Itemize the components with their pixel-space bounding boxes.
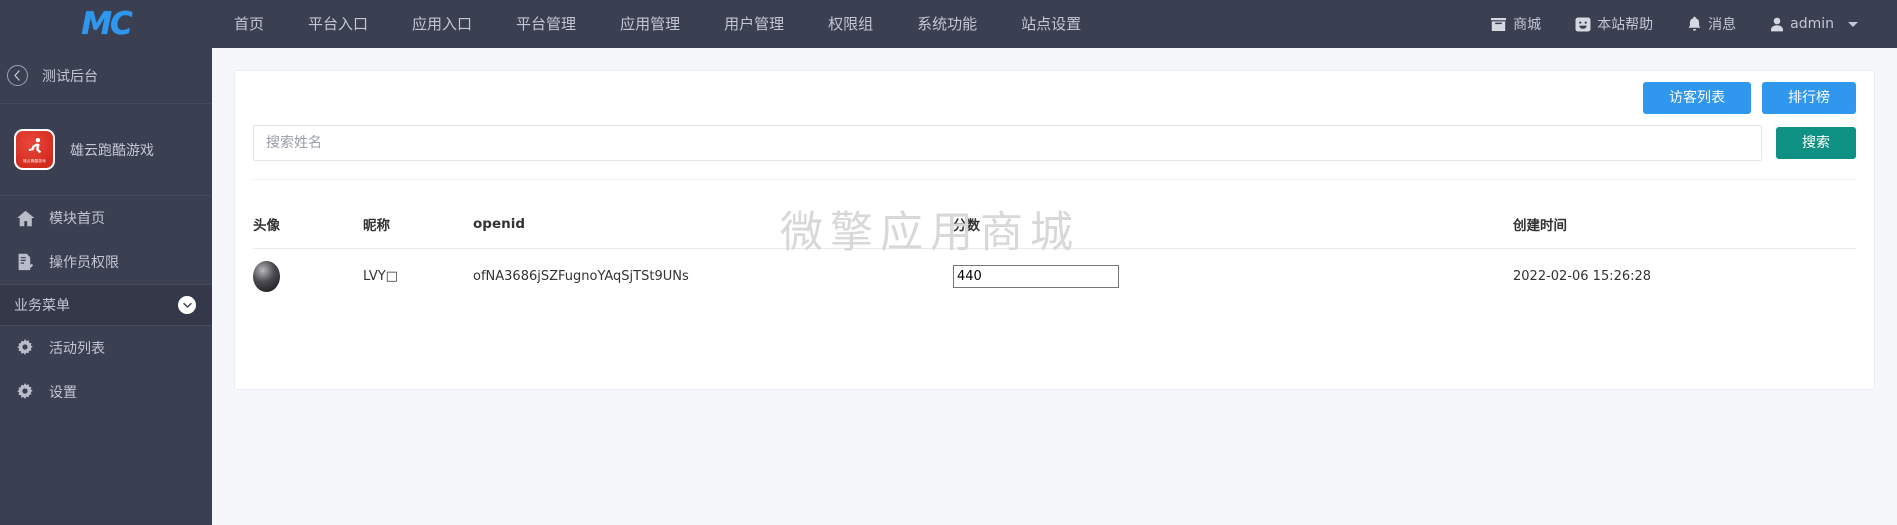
messages-label: 消息: [1708, 17, 1737, 33]
nav-item-platform-management[interactable]: 平台管理: [494, 0, 598, 48]
user-icon: [1770, 17, 1784, 32]
chevron-left-icon: [7, 65, 28, 86]
search-row: 搜索: [235, 125, 1874, 179]
gear-icon: [14, 383, 36, 401]
table-head: 头像 昵称 openid 分数 创建时间: [253, 202, 1856, 249]
table-body: LVY□ ofNA3686jSZFugnoYAqSjTSt9UNs 2022-0…: [253, 249, 1856, 305]
home-icon: [14, 210, 36, 227]
table-wrapper: 微擎应用商城 头像 昵称 openid 分数 创建时间 LVY□ ofNA368…: [235, 180, 1874, 305]
nav-item-site-settings[interactable]: 站点设置: [999, 0, 1103, 48]
messages-button[interactable]: 消息: [1670, 0, 1753, 48]
sidebar-back-button[interactable]: 测试后台: [0, 48, 212, 104]
table-row: LVY□ ofNA3686jSZFugnoYAqSjTSt9UNs 2022-0…: [253, 249, 1856, 305]
nav-item-permission-group[interactable]: 权限组: [806, 0, 895, 48]
sidebar-item-module-home-label: 模块首页: [49, 211, 105, 227]
sidebar-item-settings-label: 设置: [49, 385, 77, 401]
sidebar-app-name: 雄云跑酷游戏: [70, 142, 154, 159]
column-header-nickname: 昵称: [363, 202, 473, 249]
cell-avatar: [253, 249, 363, 305]
sidebar-item-operator-permission[interactable]: 操作员权限: [0, 240, 212, 284]
leaderboard-button[interactable]: 排行榜: [1762, 82, 1856, 114]
search-button-wrap: 搜索: [1776, 127, 1856, 159]
help-button[interactable]: 本站帮助: [1558, 0, 1670, 48]
nav-item-user-management[interactable]: 用户管理: [702, 0, 806, 48]
main-nav: 首页 平台入口 应用入口 平台管理 应用管理 用户管理 权限组 系统功能 站点设…: [212, 0, 1103, 48]
nav-item-home[interactable]: 首页: [212, 0, 286, 48]
store-icon: [1490, 17, 1507, 32]
app-logo-icon: 雄云跑酷游戏: [14, 129, 55, 170]
nav-item-app-management[interactable]: 应用管理: [598, 0, 702, 48]
store-button[interactable]: 商城: [1473, 0, 1558, 48]
sidebar: 测试后台 雄云跑酷游戏 雄云跑酷游戏 模块首页 操作员权限 业务菜单 活动列表 …: [0, 48, 212, 525]
help-icon: [1575, 17, 1591, 32]
sidebar-back-label: 测试后台: [42, 68, 98, 85]
chevron-down-icon: [1848, 21, 1858, 27]
cell-score: [953, 249, 1513, 305]
sidebar-group-label: 业务菜单: [14, 298, 70, 314]
bell-icon: [1687, 16, 1702, 32]
column-header-openid: openid: [473, 202, 953, 249]
sidebar-app-header[interactable]: 雄云跑酷游戏 雄云跑酷游戏: [0, 104, 212, 196]
help-label: 本站帮助: [1597, 17, 1654, 33]
cell-openid: ofNA3686jSZFugnoYAqSjTSt9UNs: [473, 269, 689, 285]
sidebar-item-activity-list[interactable]: 活动列表: [0, 326, 212, 370]
column-header-created-at: 创建时间: [1513, 202, 1856, 249]
top-right-actions: 商城 本站帮助 消息 admin: [1473, 0, 1897, 48]
column-header-score: 分数: [953, 202, 1513, 249]
avatar: [253, 261, 280, 293]
sidebar-item-operator-permission-label: 操作员权限: [49, 255, 119, 271]
sidebar-item-activity-list-label: 活动列表: [49, 341, 105, 357]
records-table: 头像 昵称 openid 分数 创建时间 LVY□ ofNA3686jSZFug…: [253, 202, 1856, 305]
chevron-down-circle-icon[interactable]: [178, 296, 196, 314]
user-menu-button[interactable]: admin: [1753, 0, 1875, 48]
cell-created-at: 2022-02-06 15:26:28: [1513, 269, 1652, 285]
brand-logo-text: MC: [81, 5, 133, 42]
sidebar-group-business-menu[interactable]: 业务菜单: [0, 284, 212, 326]
nav-item-system-function[interactable]: 系统功能: [895, 0, 999, 48]
sidebar-item-settings[interactable]: 设置: [0, 370, 212, 414]
gear-icon: [14, 339, 36, 357]
column-header-avatar: 头像: [253, 202, 363, 249]
visitor-list-button[interactable]: 访客列表: [1643, 82, 1751, 114]
app-root: MC 首页 平台入口 应用入口 平台管理 应用管理 用户管理 权限组 系统功能 …: [0, 0, 1897, 525]
app-logo-caption: 雄云跑酷游戏: [23, 159, 46, 164]
table-header-row: 头像 昵称 openid 分数 创建时间: [253, 202, 1856, 249]
user-menu-label: admin: [1790, 16, 1834, 32]
nav-item-platform-entry[interactable]: 平台入口: [286, 0, 390, 48]
permission-icon: [14, 253, 36, 271]
nav-item-app-entry[interactable]: 应用入口: [390, 0, 494, 48]
cell-nickname: LVY□: [363, 269, 398, 285]
search-input[interactable]: [253, 125, 1762, 161]
content-panel: 访客列表 排行榜 搜索 微擎应用商城 头像: [234, 70, 1875, 390]
score-input[interactable]: [953, 265, 1119, 289]
top-navigation-bar: MC 首页 平台入口 应用入口 平台管理 应用管理 用户管理 权限组 系统功能 …: [0, 0, 1897, 48]
sidebar-item-module-home[interactable]: 模块首页: [0, 196, 212, 240]
search-button[interactable]: 搜索: [1776, 127, 1856, 159]
main-content: 访客列表 排行榜 搜索 微擎应用商城 头像: [212, 48, 1897, 525]
store-label: 商城: [1513, 17, 1542, 33]
panel-toolbar: 访客列表 排行榜: [235, 71, 1874, 125]
brand-logo[interactable]: MC: [0, 0, 212, 48]
